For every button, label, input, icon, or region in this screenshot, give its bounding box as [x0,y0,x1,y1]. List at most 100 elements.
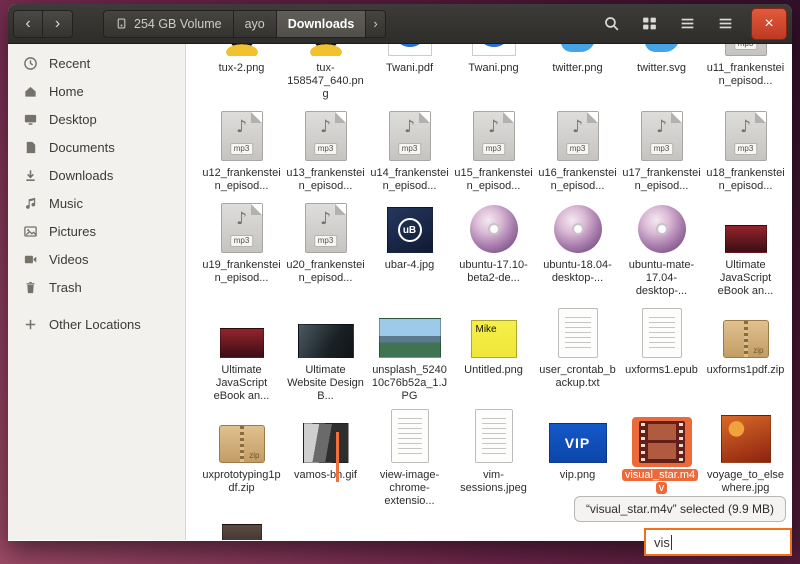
zip-archive-icon: zip [219,425,265,463]
bird-image-thumbnail [555,44,601,56]
video-filmstrip-icon [639,421,685,463]
file-item-uxforms1-epub[interactable]: uxforms1.epub [620,306,703,403]
file-item-u14-frankenstein-episod[interactable]: ♪mp3u14_frankenstein_episod... [368,109,451,193]
close-window-button[interactable]: × [751,8,787,40]
sidebar-item-recent[interactable]: Recent [8,49,185,77]
file-item-u19-frankenstein-episod[interactable]: ♪mp3u19_frankenstein_episod... [200,201,283,298]
back-button[interactable]: ‹ [13,10,43,38]
file-name: ubuntu-mate-17.04-desktop-... [622,259,702,298]
file-icon-area [213,306,271,362]
sidebar-item-videos[interactable]: Videos [8,245,185,273]
desktop-background: ‹ › 254 GB Volumeayo Downloads › × Recent H… [0,0,800,564]
path-segment-ayo[interactable]: ayo [234,10,277,38]
file-name: uxprototyping1pdf.zip [202,469,282,495]
file-item-partial[interactable] [200,516,283,540]
file-item-u13-frankenstein-episod[interactable]: ♪mp3u13_frankenstein_episod... [284,109,367,193]
path-segment-downloads[interactable]: Downloads [277,10,367,38]
file-item-untitled-png[interactable]: MikeUntitled.png [452,306,535,403]
path-segment-254-gb-volume[interactable]: 254 GB Volume [103,10,234,38]
file-item-twitter-png[interactable]: twitter.png [536,44,619,101]
file-item-u15-frankenstein-episod[interactable]: ♪mp3u15_frankenstein_episod... [452,109,535,193]
file-item-ubuntu-18-04-desktop[interactable]: ubuntu-18.04-desktop-... [536,201,619,298]
file-item-uxprototyping1pdf-zip[interactable]: zip uxprototyping1pdf.zip [200,411,283,508]
file-item-ubuntu-17-10-beta2-de[interactable]: ubuntu-17.10-beta2-de... [452,201,535,298]
file-icon-area: ♪mp3 [214,109,270,165]
file-item-ubar-4-jpg[interactable]: uBubar-4.jpg [368,201,451,298]
file-item-ultimate-javascript-ebook-an[interactable]: Ultimate JavaScript eBook an... [200,306,283,403]
mp3-file-icon: ♪mp3 [221,111,263,161]
file-item-tux-158547-640-png[interactable]: tux-158547_640.png [284,44,367,101]
search-button[interactable] [599,12,623,36]
file-item-vamos-bn-gif[interactable]: vamos-bn.gif [284,411,367,508]
sidebar-item-pictures[interactable]: Pictures [8,217,185,245]
sidebar-item-desktop[interactable]: Desktop [8,105,185,133]
file-item-ultimate-javascript-ebook-an[interactable]: Ultimate JavaScript eBook an... [704,201,787,298]
file-icon-area [714,411,778,467]
file-item-tux-2-png[interactable]: tux-2.png [200,44,283,101]
file-name: unsplash_524010c76b52a_1.JPG [370,364,450,403]
file-item-unsplash-524010c76b52a-1-jpg[interactable]: unsplash_524010c76b52a_1.JPG [368,306,451,403]
music-note-glyph: ♪ [726,117,766,137]
file-icon-background [551,304,605,362]
sidebar-item-trash[interactable]: Trash [8,273,185,301]
file-icon-background [381,44,439,60]
file-item-twani-png[interactable]: Twani.png [452,44,535,101]
view-options-button[interactable] [675,12,699,36]
optical-disc-icon [638,205,686,253]
file-item-u17-frankenstein-episod[interactable]: ♪mp3u17_frankenstein_episod... [620,109,703,193]
app-menu-button[interactable] [713,12,737,36]
forward-button[interactable]: › [43,10,73,38]
file-icon-area [214,44,270,60]
file-item-twani-pdf[interactable]: Twani.pdf [368,44,451,101]
file-item-uxforms1pdf-zip[interactable]: zipuxforms1pdf.zip [704,306,787,403]
file-item-user-crontab-backup-txt[interactable]: user_crontab_backup.txt [536,306,619,403]
file-item-ultimate-website-design-b[interactable]: Ultimate Website Design B... [284,306,367,403]
file-item-visual-star-m4v[interactable]: visual_star.m4v [620,411,703,508]
file-item-u12-frankenstein-episod[interactable]: ♪mp3u12_frankenstein_episod... [200,109,283,193]
file-item-u11-frankenstein-episod[interactable]: ♪mp3u11_frankenstein_episod... [704,44,787,101]
mp3-chip: mp3 [230,143,254,155]
file-item-twitter-svg[interactable]: twitter.svg [620,44,703,101]
sidebar-item-downloads[interactable]: Downloads [8,161,185,189]
view-grid-button[interactable] [637,12,661,36]
selection-status-bubble: “visual_star.m4v” selected (9.9 MB) [574,496,786,522]
music-note-glyph: ♪ [558,117,598,137]
file-icon-area [632,411,692,467]
sidebar-item-label: Home [49,84,84,99]
text-document-icon [391,409,429,463]
file-icon-background: Mike [464,316,524,362]
trash-icon [23,280,38,295]
image-thumbnail [379,318,441,358]
file-item-u20-frankenstein-episod[interactable]: ♪mp3u20_frankenstein_episod... [284,201,367,298]
search-input-value: vis [654,535,670,550]
ring-image-thumbnail [388,44,432,56]
lines-icon [679,15,696,32]
sidebar-item-home[interactable]: Home [8,77,185,105]
file-icon-area [291,306,361,362]
typeahead-search-popup[interactable]: vis [644,528,792,556]
path-segment-label: Downloads [288,17,355,31]
sidebar-item-music[interactable]: Music [8,189,185,217]
file-icon-area: uB [380,201,440,257]
search-icon [603,15,620,32]
film-frames [648,424,676,460]
file-name: u18_frankenstein_episod... [706,167,786,193]
file-item-u18-frankenstein-episod[interactable]: ♪mp3u18_frankenstein_episod... [704,109,787,193]
bird-image-thumbnail [639,44,685,56]
sidebar-item-documents[interactable]: Documents [8,133,185,161]
file-item-view-image-chrome-extensio[interactable]: view-image-chrome-extensio... [368,411,451,508]
file-item-ubuntu-mate-17-04-desktop[interactable]: ubuntu-mate-17.04-desktop-... [620,201,703,298]
file-item-vip-png[interactable]: VIPvip.png [536,411,619,508]
file-name: twitter.png [552,62,602,75]
file-icon-area: ♪mp3 [382,109,438,165]
file-item-voyage-to-elsewhere-jpg[interactable]: voyage_to_elsewhere.jpg [704,411,787,508]
path-expander-button[interactable]: › [366,10,385,38]
file-item-u16-frankenstein-episod[interactable]: ♪mp3u16_frankenstein_episod... [536,109,619,193]
hamburger-icon [717,15,734,32]
desktop-icon [23,112,38,127]
sidebar-item-other-locations[interactable]: Other Locations [8,310,185,338]
file-item-vim-sessions-jpeg[interactable]: vim-sessions.jpeg [452,411,535,508]
mp3-chip: mp3 [566,143,590,155]
file-icon-area [718,201,774,257]
image-thumbnail [222,524,262,540]
